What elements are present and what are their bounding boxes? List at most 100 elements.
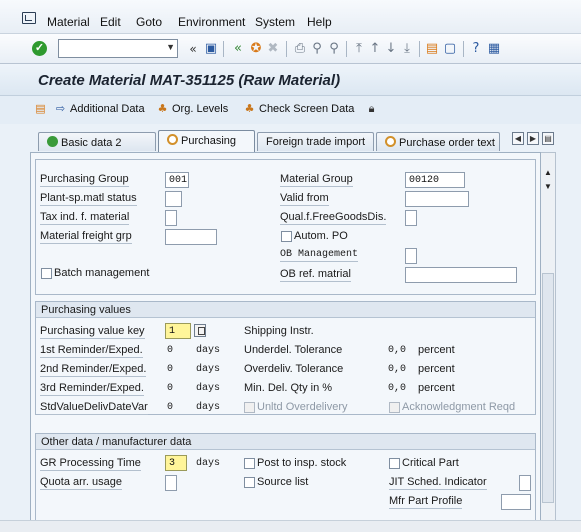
plant-status-field[interactable]	[165, 191, 182, 207]
purchasing-values-group: Purchasing values Purchasing value key 1…	[35, 301, 536, 415]
tab-purchasing[interactable]: Purchasing	[158, 130, 255, 152]
ob-ref-field[interactable]	[405, 267, 517, 283]
tab-label: Basic data 2	[61, 137, 122, 149]
tax-ind-field[interactable]	[165, 210, 177, 226]
scrollbar-thumb[interactable]	[542, 273, 554, 503]
layout-menu-icon[interactable]: ▦	[487, 42, 501, 56]
post-insp-stock-checkbox[interactable]	[244, 458, 255, 469]
autom-po-checkbox[interactable]	[281, 231, 292, 242]
purchasing-group-label: Purchasing Group	[40, 173, 129, 187]
qual-free-goods-field[interactable]	[405, 210, 417, 226]
material-group-field[interactable]: 00120	[405, 172, 465, 188]
check-screen-data-label: Check Screen Data	[259, 103, 355, 115]
freight-grp-label: Material freight grp	[40, 230, 132, 244]
status-pending-icon	[385, 136, 396, 147]
tab-purchase-order-text[interactable]: Purchase order text	[376, 132, 500, 151]
tab-list-icon[interactable]: ▤	[542, 132, 554, 145]
additional-data-button[interactable]: ⇨ Additional Data	[54, 102, 145, 116]
reminder-2-value: 0	[167, 364, 174, 375]
std-value-deliv-value: 0	[167, 402, 174, 413]
acknowledgment-reqd-checkbox[interactable]	[389, 402, 400, 413]
sap-menu-icon[interactable]	[22, 12, 36, 24]
vertical-scrollbar[interactable]: ▲ ▼	[541, 152, 556, 522]
arrow-right-icon: ⇨	[55, 102, 66, 115]
tab-foreign-trade-import[interactable]: Foreign trade import	[257, 132, 374, 151]
critical-part-label: Critical Part	[402, 457, 459, 469]
gr-processing-time-field[interactable]: 3	[165, 455, 187, 471]
ob-management-label: OB Management	[280, 249, 359, 262]
check-data-icon: ♣	[244, 102, 255, 115]
source-list-label: Source list	[257, 476, 309, 488]
save-icon[interactable]: ▣	[204, 42, 218, 56]
purchasing-group-field[interactable]: 001	[165, 172, 189, 188]
shortcut-icon[interactable]: ▢	[443, 42, 457, 56]
status-active-icon	[167, 134, 178, 145]
previous-page-icon[interactable]: ↑	[368, 42, 382, 56]
source-list-checkbox[interactable]	[244, 477, 255, 488]
acknowledgment-reqd-label: Acknowledgment Reqd	[402, 401, 516, 413]
gr-processing-time-unit: days	[196, 458, 221, 469]
material-group-label: Material Group	[280, 173, 353, 187]
org-hierarchy-icon: ♣	[157, 102, 168, 115]
tab-scroll-left-icon[interactable]: ◀	[512, 132, 524, 145]
horizontal-scrollbar[interactable]	[0, 520, 581, 532]
unltd-overdelivery-label: Unltd Overdelivery	[257, 401, 348, 413]
valid-from-field[interactable]	[405, 191, 469, 207]
mfr-part-profile-field[interactable]	[501, 494, 531, 510]
std-value-deliv-unit: days	[196, 402, 221, 413]
ob-management-field[interactable]	[405, 248, 417, 264]
purchasing-value-key-field[interactable]: 1	[165, 323, 191, 339]
plant-status-label: Plant-sp.matl status	[40, 192, 137, 206]
toolbar-separator	[223, 41, 224, 57]
quota-arr-usage-label: Quota arr. usage	[40, 476, 122, 490]
next-page-icon[interactable]: ↓	[384, 42, 398, 56]
new-session-icon[interactable]: ▤	[425, 42, 439, 56]
lock-icon: 🔒︎	[368, 102, 375, 115]
exit-icon[interactable]: ✪	[249, 42, 263, 56]
menu-material[interactable]: Material	[47, 15, 90, 29]
find-icon[interactable]: ⚲	[310, 42, 324, 56]
value-help-icon[interactable]	[194, 324, 206, 337]
print-icon[interactable]: ⎙	[293, 42, 307, 56]
cancel-icon[interactable]: ✖	[266, 42, 280, 56]
back-icon[interactable]: «	[231, 42, 245, 56]
enter-check-icon[interactable]: ✓	[32, 41, 47, 56]
scroll-down-icon[interactable]: ▼	[544, 182, 552, 191]
standard-toolbar: ✓ ▼ « ▣ « ✪ ✖ ⎙ ⚲ ⚲ ⤒ ↑ ↓ ⤓ ▤ ▢ ? ▦	[0, 34, 581, 64]
command-field[interactable]: ▼	[58, 39, 178, 58]
find-next-icon[interactable]: ⚲	[327, 42, 341, 56]
menu-environment[interactable]: Environment	[178, 15, 245, 29]
unltd-overdelivery-checkbox[interactable]	[244, 402, 255, 413]
org-levels-button[interactable]: ♣ Org. Levels	[156, 102, 229, 116]
check-screen-data-button[interactable]: ♣ Check Screen Data	[243, 102, 355, 116]
menu-goto[interactable]: Goto	[136, 15, 162, 29]
menu-edit[interactable]: Edit	[100, 15, 121, 29]
help-icon[interactable]: ?	[469, 42, 483, 56]
toolbar-separator	[463, 41, 464, 57]
back-chevrons-icon[interactable]: «	[186, 42, 200, 56]
batch-management-checkbox[interactable]	[41, 268, 52, 279]
reminder-1-value: 0	[167, 345, 174, 356]
valid-from-label: Valid from	[280, 192, 329, 206]
shipping-instr-label: Shipping Instr.	[244, 325, 314, 337]
critical-part-checkbox[interactable]	[389, 458, 400, 469]
menu-help[interactable]: Help	[307, 15, 332, 29]
tab-label: Purchase order text	[399, 137, 495, 149]
last-page-icon[interactable]: ⤓	[400, 42, 414, 56]
jit-sched-indicator-field[interactable]	[519, 475, 531, 491]
menu-system[interactable]: System	[255, 15, 295, 29]
edit-views-button[interactable]: ▤	[34, 103, 47, 115]
quota-arr-usage-field[interactable]	[165, 475, 177, 491]
jit-sched-indicator-label: JIT Sched. Indicator	[389, 476, 487, 490]
tab-scroll-right-icon[interactable]: ▶	[527, 132, 539, 145]
first-page-icon[interactable]: ⤒	[352, 42, 366, 56]
overdel-tolerance-unit: percent	[418, 363, 455, 375]
chevron-down-icon[interactable]: ▼	[166, 42, 175, 52]
scroll-up-icon[interactable]: ▲	[544, 168, 552, 177]
reminder-2-unit: days	[196, 364, 221, 375]
underdel-tolerance-label: Underdel. Tolerance	[244, 344, 343, 356]
lock-button[interactable]: 🔒︎	[365, 103, 378, 115]
tab-basic-data-2[interactable]: Basic data 2	[38, 132, 156, 151]
additional-data-label: Additional Data	[70, 103, 145, 115]
freight-grp-field[interactable]	[165, 229, 217, 245]
